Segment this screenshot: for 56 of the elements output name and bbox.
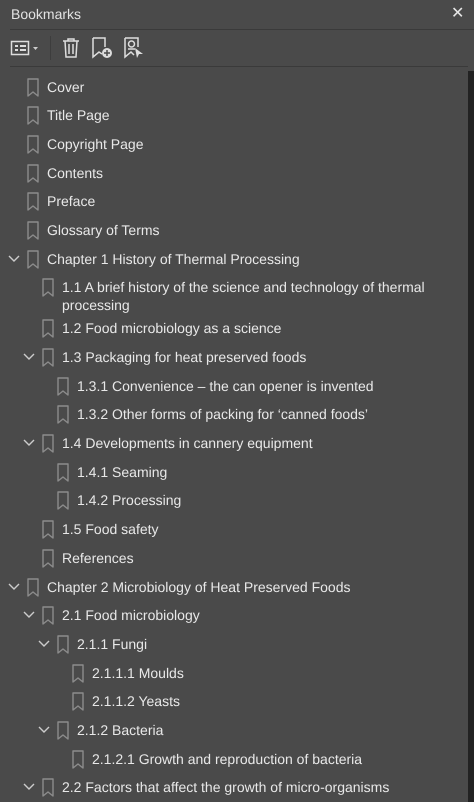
bookmark-label[interactable]: 2.1.1.1 Moulds [92, 664, 184, 682]
add-bookmark-icon[interactable] [91, 36, 113, 59]
bookmark-icon [27, 106, 39, 126]
bookmark-label[interactable]: 1.3.1 Convenience – the can opener is invented [77, 376, 374, 395]
bookmark-label[interactable]: 2.1 Food microbiology [62, 606, 200, 624]
bookmark-icon [27, 578, 39, 597]
bookmark-label[interactable]: 1.1 A brief history of the science and technology of thermal processing [62, 278, 450, 314]
bookmark-label[interactable]: References [62, 548, 134, 567]
bookmark-label[interactable]: 1.5 Food safety [62, 520, 159, 538]
bookmark-icon [27, 134, 39, 154]
close-button[interactable]: ✕ [449, 6, 466, 22]
bookmark-icon [42, 548, 54, 568]
bookmark-icon [57, 376, 69, 396]
bookmark-icon [27, 192, 39, 212]
bookmark-label[interactable]: 2.1.1 Fungi [77, 634, 148, 653]
bookmark-icon [57, 405, 69, 424]
bookmark-icon [72, 750, 84, 769]
bookmark-icon [27, 164, 39, 183]
bookmark-icon [42, 606, 54, 626]
bookmark-icon [72, 664, 84, 683]
bookmark-icon [42, 434, 54, 454]
bookmark-label[interactable]: 1.3 Packaging for heat preserved foods [62, 348, 306, 366]
bookmark-label[interactable]: Preface [47, 192, 96, 210]
bookmark-icon [42, 520, 54, 540]
bookmark-icon [72, 692, 84, 712]
bookmark-label[interactable]: Glossary of Terms [47, 220, 160, 239]
bookmark-label[interactable]: 2.1.1.2 Yeasts [92, 692, 180, 710]
bookmark-label[interactable]: Chapter 1 History of Thermal Processing [47, 250, 300, 268]
bookmark-icon [42, 348, 54, 368]
bookmark-label[interactable]: 1.4 Developments in cannery equipment [62, 434, 313, 452]
bookmark-icon [27, 78, 39, 97]
bookmark-label[interactable]: 2.1.2.1 Growth and reproduction of bacteria [92, 750, 362, 768]
bookmark-icon [42, 319, 54, 338]
bookmark-icon [57, 462, 69, 482]
bookmark-label[interactable]: Copyright Page [47, 134, 144, 153]
bookmark-cursor-icon[interactable] [123, 36, 145, 59]
bookmark-label[interactable]: Chapter 2 Microbiology of Heat Preserved Foods [47, 578, 350, 596]
bookmark-label[interactable]: 1.2 Food microbiology as a science [62, 319, 282, 338]
bookmark-icon [27, 250, 39, 269]
bookmark-label[interactable]: 2.2 Factors that affect the growth of micro-organisms [62, 778, 390, 796]
bookmark-label[interactable]: 1.3.2 Other forms of packing for ‘canned foods’ [77, 405, 368, 424]
bookmark-label[interactable]: Title Page [47, 106, 110, 124]
bookmark-label[interactable]: Contents [47, 164, 104, 182]
bookmark-label[interactable]: 1.4.1 Seaming [77, 462, 168, 481]
panel-title: Bookmarks [11, 4, 82, 24]
bookmark-icon [57, 720, 69, 740]
scrollbar-track[interactable] [468, 70, 474, 802]
bookmark-icon [27, 220, 39, 240]
bookmark-icon [42, 778, 54, 798]
bookmark-label[interactable]: Cover [47, 78, 84, 96]
bookmark-icon [42, 278, 54, 298]
delete-icon[interactable] [61, 36, 81, 59]
bookmark-icon [57, 491, 69, 510]
bookmark-icon [57, 634, 69, 654]
bookmark-label[interactable]: 2.1.2 Bacteria [77, 720, 164, 739]
bookmark-label[interactable]: 1.4.2 Processing [77, 491, 182, 510]
